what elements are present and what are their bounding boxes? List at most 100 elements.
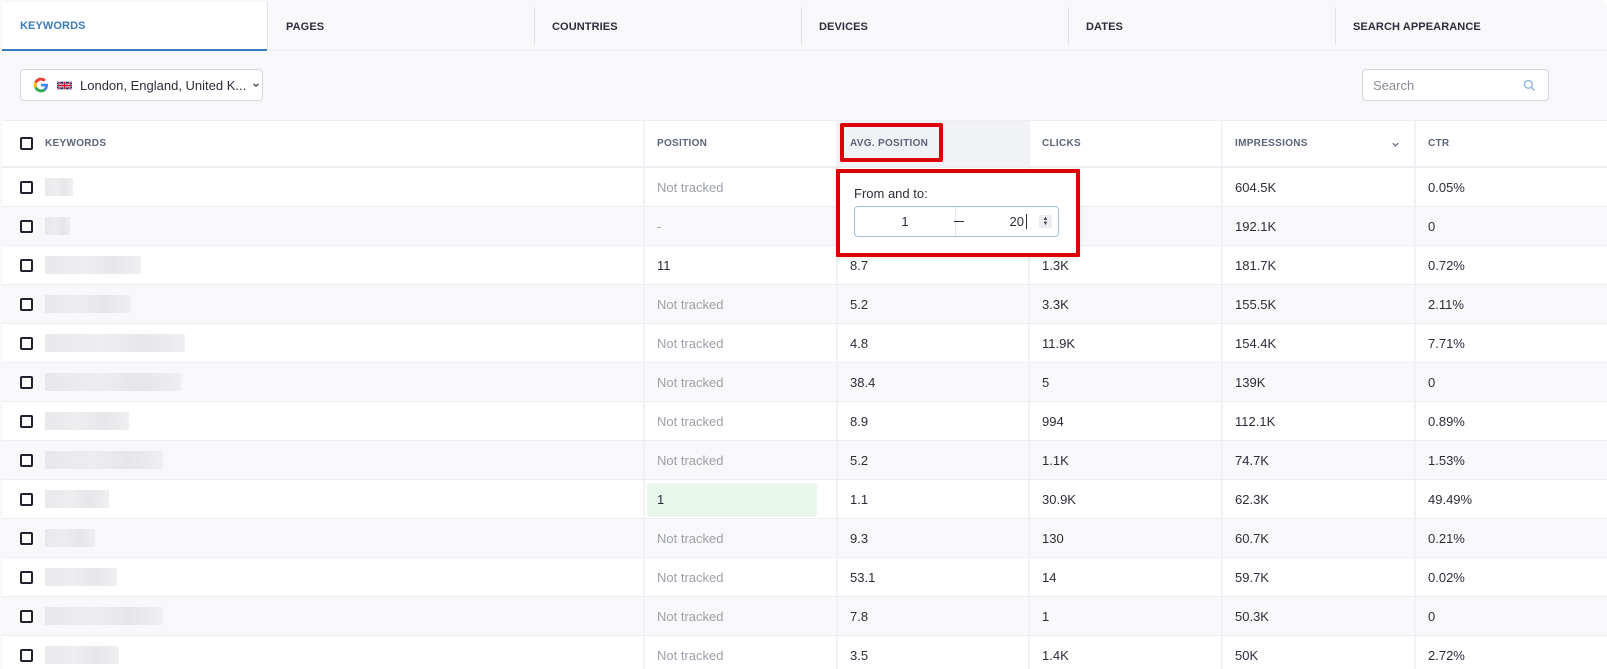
stepper-icon[interactable]: ▲ ▼: [1039, 215, 1052, 228]
keyword-redacted[interactable]: [45, 256, 141, 274]
impressions-value: 60.7K: [1235, 530, 1269, 546]
range-to-input[interactable]: [956, 214, 1026, 229]
search-input[interactable]: [1363, 77, 1513, 93]
clicks-value: 5: [1042, 374, 1050, 390]
ctr-cell: 0.72%: [1414, 246, 1607, 284]
row-checkbox[interactable]: [20, 570, 33, 584]
ctr-cell: 0.89%: [1414, 402, 1607, 440]
row-checkbox[interactable]: [20, 531, 33, 545]
tab-devices[interactable]: DEVICES: [801, 2, 1068, 51]
row-checkbox[interactable]: [20, 609, 33, 623]
impressions-value: 604.5K: [1235, 179, 1277, 195]
header-impressions[interactable]: IMPRESSIONS: [1221, 121, 1414, 166]
avg-position-cell: 7.8: [836, 597, 1028, 635]
avg-position-value: 9.3: [850, 530, 869, 546]
keyword-redacted[interactable]: [45, 178, 73, 196]
keyword-cell: [2, 207, 643, 245]
avg-position-cell: 5.2: [836, 441, 1028, 479]
tab-dates[interactable]: DATES: [1068, 2, 1335, 51]
uk-flag-icon: [57, 80, 72, 90]
header-position[interactable]: POSITION: [643, 121, 836, 166]
range-from-input[interactable]: [855, 214, 955, 229]
position-value: 1: [657, 491, 665, 507]
clicks-cell: 1: [1028, 597, 1221, 635]
keyword-redacted[interactable]: [45, 568, 117, 586]
ctr-value: 1.53%: [1428, 452, 1465, 468]
ctr-value: 0: [1428, 608, 1436, 624]
table-row: Not tracked 5.2 3.3K 155.5K 2.11%: [2, 285, 1607, 324]
position-value: Not tracked: [657, 296, 724, 312]
row-checkbox[interactable]: [20, 414, 33, 428]
keyword-redacted[interactable]: [45, 412, 129, 430]
row-checkbox[interactable]: [20, 219, 33, 233]
avg-position-cell: 8.9: [836, 402, 1028, 440]
keyword-redacted[interactable]: [45, 490, 109, 508]
tab-pages[interactable]: PAGES: [267, 2, 534, 51]
table-header: KEYWORDS POSITION AVG. POSITION CLICKS I…: [2, 120, 1607, 168]
filter-label: From and to:: [854, 186, 928, 201]
clicks-value: 1.4K: [1042, 647, 1069, 663]
keyword-redacted[interactable]: [45, 529, 95, 547]
keyword-redacted[interactable]: [45, 217, 70, 235]
row-checkbox[interactable]: [20, 336, 33, 350]
location-selector[interactable]: London, England, United K...: [20, 69, 263, 101]
clicks-cell: 3.3K: [1028, 285, 1221, 323]
impressions-cell: 50.3K: [1221, 597, 1414, 635]
row-checkbox[interactable]: [20, 258, 33, 272]
table-row: Not tracked 5.2 1.1K 74.7K 1.53%: [2, 441, 1607, 480]
clicks-value: 3.3K: [1042, 296, 1069, 312]
row-checkbox[interactable]: [20, 297, 33, 311]
header-clicks[interactable]: CLICKS: [1028, 121, 1221, 166]
row-checkbox[interactable]: [20, 492, 33, 506]
impressions-cell: 155.5K: [1221, 285, 1414, 323]
header-avg-position[interactable]: AVG. POSITION: [836, 121, 1028, 166]
table-row: 1 1.1 30.9K 62.3K 49.49%: [2, 480, 1607, 519]
position-cell: -: [643, 207, 836, 245]
avg-position-value: 8.7: [850, 257, 869, 273]
header-keywords-label[interactable]: KEYWORDS: [45, 138, 106, 149]
row-checkbox[interactable]: [20, 375, 33, 389]
ctr-cell: 0.02%: [1414, 558, 1607, 596]
avg-position-cell: 4.8: [836, 324, 1028, 362]
row-checkbox[interactable]: [20, 180, 33, 194]
row-checkbox[interactable]: [20, 648, 33, 662]
row-checkbox[interactable]: [20, 453, 33, 467]
keyword-redacted[interactable]: [45, 646, 119, 664]
ctr-value: 0.72%: [1428, 257, 1465, 273]
keyword-redacted[interactable]: [45, 295, 131, 313]
search-box: [1362, 69, 1549, 101]
table-row: Not tracked 9.3 130 60.7K 0.21%: [2, 519, 1607, 558]
avg-position-filter-popup: From and to: ▲▼: [836, 169, 1080, 257]
position-value: Not tracked: [657, 374, 724, 390]
keyword-redacted[interactable]: [45, 334, 185, 352]
keyword-redacted[interactable]: [45, 451, 163, 469]
ctr-cell: 1.53%: [1414, 441, 1607, 479]
position-value: Not tracked: [657, 530, 724, 546]
keyword-cell: [2, 324, 643, 362]
table-row: Not tracked 8.9 994 112.1K 0.89%: [2, 402, 1607, 441]
tab-keywords[interactable]: KEYWORDS: [2, 2, 267, 51]
avg-position-value: 7.8: [850, 608, 869, 624]
select-all-checkbox[interactable]: [20, 137, 33, 150]
avg-position-cell: 5.2: [836, 285, 1028, 323]
sort-desc-icon[interactable]: [1391, 140, 1400, 149]
impressions-cell: 181.7K: [1221, 246, 1414, 284]
keyword-redacted[interactable]: [45, 373, 181, 391]
tab-countries[interactable]: COUNTRIES: [534, 2, 801, 51]
ctr-cell: 0: [1414, 207, 1607, 245]
impressions-value: 112.1K: [1235, 413, 1276, 429]
position-value: -: [657, 218, 662, 234]
text-caret: [1026, 214, 1027, 229]
clicks-cell: 30.9K: [1028, 480, 1221, 518]
impressions-cell: 112.1K: [1221, 402, 1414, 440]
ctr-value: 2.72%: [1428, 647, 1465, 663]
tab-search-appearance[interactable]: SEARCH APPEARANCE: [1335, 2, 1602, 51]
header-ctr[interactable]: CTR: [1414, 121, 1607, 166]
impressions-cell: 59.7K: [1221, 558, 1414, 596]
keywords-table: KEYWORDS POSITION AVG. POSITION CLICKS I…: [2, 120, 1607, 669]
search-icon[interactable]: [1523, 79, 1536, 92]
ctr-value: 2.11%: [1428, 296, 1464, 312]
keyword-redacted[interactable]: [45, 607, 163, 625]
position-cell: Not tracked: [643, 168, 836, 206]
impressions-cell: 154.4K: [1221, 324, 1414, 362]
